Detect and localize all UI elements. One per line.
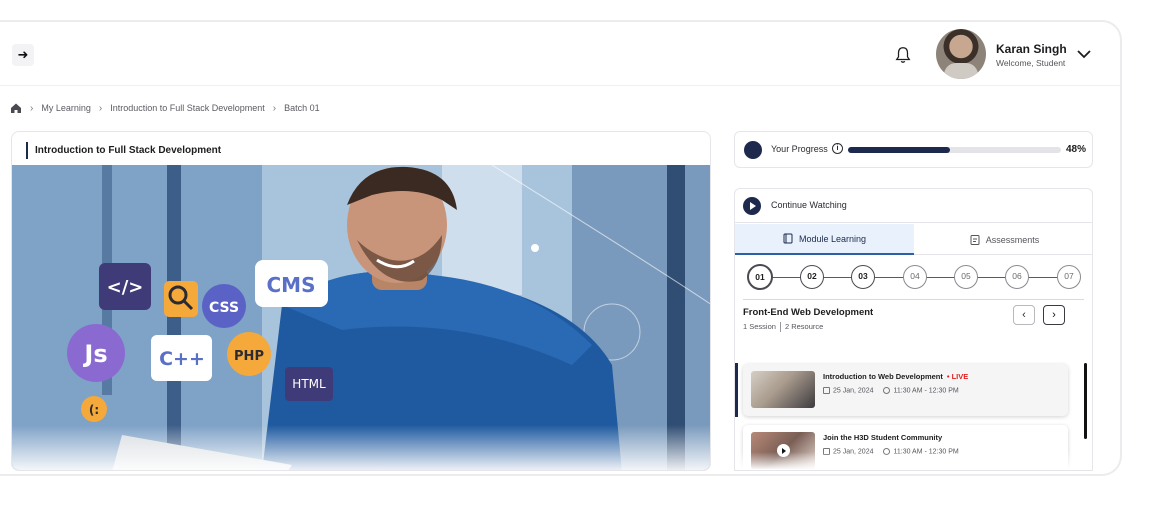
module-panel: Continue Watching Module Learning Assess… [734, 188, 1093, 471]
play-circle-icon [743, 197, 761, 215]
svg-text:C++: C++ [159, 348, 205, 370]
live-badge: • LIVE [946, 372, 969, 381]
svg-text:CSS: CSS [209, 300, 239, 316]
progress-percent: 48% [1065, 144, 1086, 155]
tab-module-learning-label: Module Learning [798, 233, 867, 244]
clock-icon [883, 387, 891, 394]
progress-bar-fill [848, 147, 951, 153]
tab-assessments-label: Assessments [985, 234, 1040, 245]
video-player[interactable]: </> CSS CMS Js C++ PHP HTML (: [12, 165, 710, 470]
smile-badge: (: [81, 396, 107, 422]
resources-count: 2 Resource [784, 322, 824, 331]
css-badge: CSS [202, 284, 246, 328]
arrow-right-icon[interactable]: ➜ [12, 44, 34, 66]
session-title: Join the H3D Student Community [823, 433, 943, 442]
svg-text:CMS: CMS [267, 273, 316, 297]
module-meta: 1 Session 2 Resource [743, 322, 823, 332]
session-title: Introduction to Web Development • LIVE [823, 372, 969, 381]
step-02[interactable]: 02 [800, 265, 824, 289]
calendar-icon [823, 387, 830, 394]
code-badge: </> [99, 263, 151, 310]
svg-text:HTML: HTML [292, 377, 326, 391]
js-badge: Js [67, 324, 125, 382]
top-bar: ➜ Karan Singh Welcome, Student [0, 22, 1120, 86]
module-stepper: 01 02 03 04 05 06 07 [747, 264, 1081, 291]
svg-text:Js: Js [82, 340, 107, 368]
clipboard-icon [970, 235, 980, 245]
breadcrumb-my-learning[interactable]: My Learning [41, 103, 91, 113]
step-07[interactable]: 07 [1057, 265, 1081, 289]
continue-watching-row[interactable]: Continue Watching [735, 189, 1092, 223]
tab-bar: Module Learning Assessments [735, 224, 1092, 255]
html-badge: HTML [285, 367, 333, 401]
session-thumbnail [751, 371, 815, 408]
chevron-left-icon[interactable]: ‹ [1013, 305, 1035, 325]
progress-label: Your Progress [771, 144, 828, 154]
video-thumbnail: </> CSS CMS Js C++ PHP HTML (: [12, 165, 710, 470]
php-badge: PHP [227, 332, 271, 376]
svg-text:</>: </> [107, 277, 144, 298]
step-03[interactable]: 03 [851, 265, 875, 289]
video-card: Introduction to Full Stack Development <… [11, 131, 711, 471]
step-06[interactable]: 06 [1005, 265, 1029, 289]
active-session-marker [735, 363, 738, 417]
breadcrumb-separator: › [272, 102, 277, 114]
breadcrumb-batch: Batch 01 [284, 103, 320, 113]
module-title: Front-End Web Development [743, 307, 874, 318]
step-04[interactable]: 04 [903, 265, 927, 289]
svg-text:PHP: PHP [234, 349, 264, 364]
home-icon[interactable] [10, 102, 22, 114]
step-01[interactable]: 01 [747, 264, 773, 290]
session-card[interactable]: Introduction to Web Development • LIVE 25… [743, 364, 1068, 416]
breadcrumb-course[interactable]: Introduction to Full Stack Development [110, 103, 265, 113]
session-meta: 25 Jan, 2024 11:30 AM - 12:30 PM [823, 387, 959, 394]
breadcrumb-separator: › [30, 102, 34, 114]
info-icon[interactable]: i [832, 143, 843, 154]
session-list-scrollbar[interactable] [1084, 363, 1087, 439]
progress-panel: Your Progress i 48% [734, 131, 1093, 168]
video-title: Introduction to Full Stack Development [26, 142, 221, 159]
progress-bar [848, 147, 1061, 153]
step-05[interactable]: 05 [954, 265, 978, 289]
divider [743, 299, 1084, 300]
sessions-count: 1 Session [743, 322, 776, 331]
chevron-down-icon[interactable] [1076, 48, 1092, 60]
user-name: Karan Singh [996, 42, 1067, 56]
svg-text:(:: (: [89, 403, 99, 417]
chevron-right-icon[interactable]: › [1043, 305, 1065, 325]
cms-badge: CMS [255, 260, 328, 307]
bell-icon[interactable] [894, 46, 912, 64]
breadcrumb: › My Learning › Introduction to Full Sta… [10, 102, 320, 114]
progress-ring-icon [744, 141, 762, 159]
tab-assessments[interactable]: Assessments [915, 224, 1092, 255]
avatar[interactable] [936, 29, 986, 79]
continue-watching-label: Continue Watching [771, 200, 847, 210]
tab-module-learning[interactable]: Module Learning [735, 224, 914, 255]
breadcrumb-separator: › [98, 102, 103, 114]
app-frame: ➜ Karan Singh Welcome, Student › My Lear… [0, 20, 1122, 476]
book-icon [783, 233, 793, 244]
search-badge [164, 281, 198, 317]
cpp-badge: C++ [151, 335, 212, 381]
user-subtitle: Welcome, Student [996, 58, 1066, 68]
